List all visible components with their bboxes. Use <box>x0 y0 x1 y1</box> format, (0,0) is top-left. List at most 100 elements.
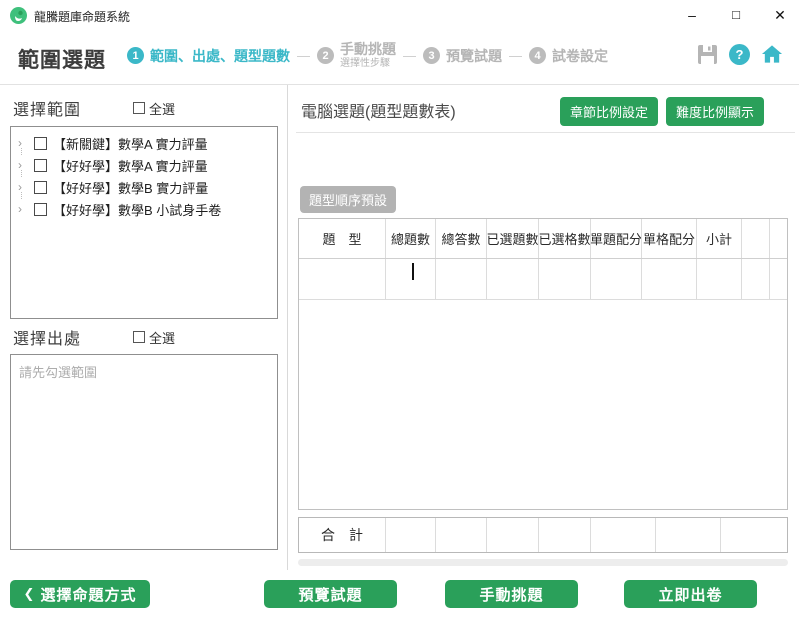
step-3-preview[interactable]: 3 預覽試題 <box>423 46 502 66</box>
main-panel: 電腦選題(題型題數表) 章節比例設定 難度比例顯示 題型順序預設 題 型 總題數… <box>296 85 799 570</box>
col-header-total-answers: 總答數 <box>436 219 487 258</box>
home-icon[interactable] <box>761 43 783 65</box>
col-header-empty <box>770 219 787 258</box>
col-header-selected-blanks: 已選格數 <box>539 219 591 258</box>
step-3-label: 預覽試題 <box>446 46 502 66</box>
step-2-number: 2 <box>317 47 334 64</box>
cell-selected-blanks[interactable] <box>539 259 591 299</box>
expand-chevron-icon[interactable]: › <box>18 159 28 171</box>
step-separator: — <box>403 48 416 63</box>
source-section-header: 選擇出處 全選 <box>13 325 175 349</box>
range-item-label: 【新關鍵】數學A 實力評量 <box>53 134 208 153</box>
titlebar: 龍騰題庫命題系統 – □ ✕ <box>0 0 799 30</box>
step-1-label: 範圍、出處、題型題數 <box>150 46 290 66</box>
totals-cell <box>591 518 656 552</box>
cell-total-questions[interactable] <box>386 259 436 299</box>
source-placeholder: 請先勾選範圍 <box>11 355 277 381</box>
main-header: 電腦選題(題型題數表) 章節比例設定 難度比例顯示 <box>296 85 795 133</box>
window-title: 龍騰題庫命題系統 <box>34 8 130 25</box>
expand-chevron-icon[interactable]: › <box>18 137 28 149</box>
back-button-label: 選擇命題方式 <box>40 584 136 605</box>
totals-label: 合 計 <box>299 518 386 552</box>
range-tree-item[interactable]: › 【新關鍵】數學A 實力評量 <box>11 132 277 154</box>
cell-total-answers[interactable] <box>436 259 487 299</box>
step-3-number: 3 <box>423 47 440 64</box>
back-to-method-button[interactable]: ❮ 選擇命題方式 <box>10 580 150 608</box>
totals-cell <box>656 518 721 552</box>
step-separator: — <box>297 48 310 63</box>
range-section-title: 選擇範圍 <box>13 96 81 120</box>
range-item-label: 【好好學】數學A 實力評量 <box>53 156 208 175</box>
range-select-all[interactable]: 全選 <box>133 99 175 118</box>
range-select-all-checkbox[interactable] <box>133 102 145 114</box>
text-caret <box>412 263 414 280</box>
col-header-selected-questions: 已選題數 <box>487 219 539 258</box>
table-data-row <box>299 259 787 300</box>
step-1-number: 1 <box>127 47 144 64</box>
source-select-all-checkbox[interactable] <box>133 331 145 343</box>
col-header-points-per-question: 單題配分 <box>591 219 642 258</box>
chevron-left-icon: ❮ <box>24 586 36 602</box>
step-4-paper-settings[interactable]: 4 試卷設定 <box>529 46 608 66</box>
help-icon[interactable]: ? <box>729 44 750 65</box>
table-header-row: 題 型 總題數 總答數 已選題數 已選格數 單題配分 單格配分 小計 <box>299 219 787 259</box>
col-header-empty <box>742 219 770 258</box>
totals-row: 合 計 <box>298 517 788 553</box>
source-list: 請先勾選範圍 <box>10 354 278 550</box>
app-window: 龍騰題庫命題系統 – □ ✕ 範圍選題 1 範圍、出處、題型題數 — 2 手動挑… <box>0 0 799 619</box>
page-title: 範圍選題 <box>18 44 106 74</box>
manual-pick-button[interactable]: 手動挑題 <box>445 580 578 608</box>
difficulty-ratio-button[interactable]: 難度比例顯示 <box>666 97 764 126</box>
step-4-label: 試卷設定 <box>552 46 608 66</box>
step-2-manual-pick[interactable]: 2 手動挑題 選擇性步驟 <box>317 42 396 69</box>
save-icon[interactable] <box>696 43 718 65</box>
totals-cell <box>386 518 436 552</box>
col-header-type: 題 型 <box>299 219 386 258</box>
window-controls: – □ ✕ <box>683 0 789 30</box>
step-separator: — <box>509 48 522 63</box>
question-type-table: 題 型 總題數 總答數 已選題數 已選格數 單題配分 單格配分 小計 <box>298 218 788 510</box>
maximize-button[interactable]: □ <box>727 0 745 30</box>
source-select-all[interactable]: 全選 <box>133 328 175 347</box>
range-tree-item[interactable]: › 【好好學】數學A 實力評量 <box>11 154 277 176</box>
col-header-points-per-blank: 單格配分 <box>642 219 697 258</box>
col-header-total-questions: 總題數 <box>386 219 436 258</box>
cell-subtotal[interactable] <box>697 259 742 299</box>
totals-cell <box>436 518 487 552</box>
question-type-order-badge[interactable]: 題型順序預設 <box>300 186 396 213</box>
totals-cell <box>487 518 539 552</box>
expand-chevron-icon[interactable]: › <box>18 203 28 215</box>
totals-cell <box>539 518 591 552</box>
range-item-label: 【好好學】數學B 小試身手卷 <box>53 200 221 219</box>
range-item-checkbox[interactable] <box>34 159 47 172</box>
chapter-ratio-button[interactable]: 章節比例設定 <box>560 97 658 126</box>
cell-points-per-question[interactable] <box>591 259 642 299</box>
wizard-header: 範圍選題 1 範圍、出處、題型題數 — 2 手動挑題 選擇性步驟 — 3 預覽試… <box>0 30 799 85</box>
generate-paper-button[interactable]: 立即出卷 <box>624 580 757 608</box>
cell-empty <box>742 259 770 299</box>
range-tree: › 【新關鍵】數學A 實力評量 › 【好好學】數學A 實力評量 › 【好好學】數… <box>10 126 278 319</box>
source-section-title: 選擇出處 <box>13 325 81 349</box>
step-2-label: 手動挑題 <box>340 42 396 57</box>
range-item-checkbox[interactable] <box>34 181 47 194</box>
wizard-steps: 1 範圍、出處、題型題數 — 2 手動挑題 選擇性步驟 — 3 預覽試題 — 4… <box>127 42 608 69</box>
range-item-checkbox[interactable] <box>34 203 47 216</box>
preview-questions-button[interactable]: 預覽試題 <box>264 580 397 608</box>
expand-chevron-icon[interactable]: › <box>18 181 28 193</box>
step-4-number: 4 <box>529 47 546 64</box>
minimize-button[interactable]: – <box>683 0 701 30</box>
range-select-all-label: 全選 <box>149 99 175 118</box>
range-item-label: 【好好學】數學B 實力評量 <box>53 178 208 197</box>
cell-type[interactable] <box>299 259 386 299</box>
main-title: 電腦選題(題型題數表) <box>301 98 456 122</box>
range-item-checkbox[interactable] <box>34 137 47 150</box>
range-tree-item[interactable]: › 【好好學】數學B 實力評量 <box>11 176 277 198</box>
horizontal-scrollbar[interactable] <box>298 559 788 566</box>
close-button[interactable]: ✕ <box>771 0 789 30</box>
range-tree-item[interactable]: › 【好好學】數學B 小試身手卷 <box>11 198 277 220</box>
step-1-range[interactable]: 1 範圍、出處、題型題數 <box>127 46 290 66</box>
cell-empty <box>770 259 787 299</box>
cell-points-per-blank[interactable] <box>642 259 697 299</box>
cell-selected-questions[interactable] <box>487 259 539 299</box>
source-select-all-label: 全選 <box>149 328 175 347</box>
